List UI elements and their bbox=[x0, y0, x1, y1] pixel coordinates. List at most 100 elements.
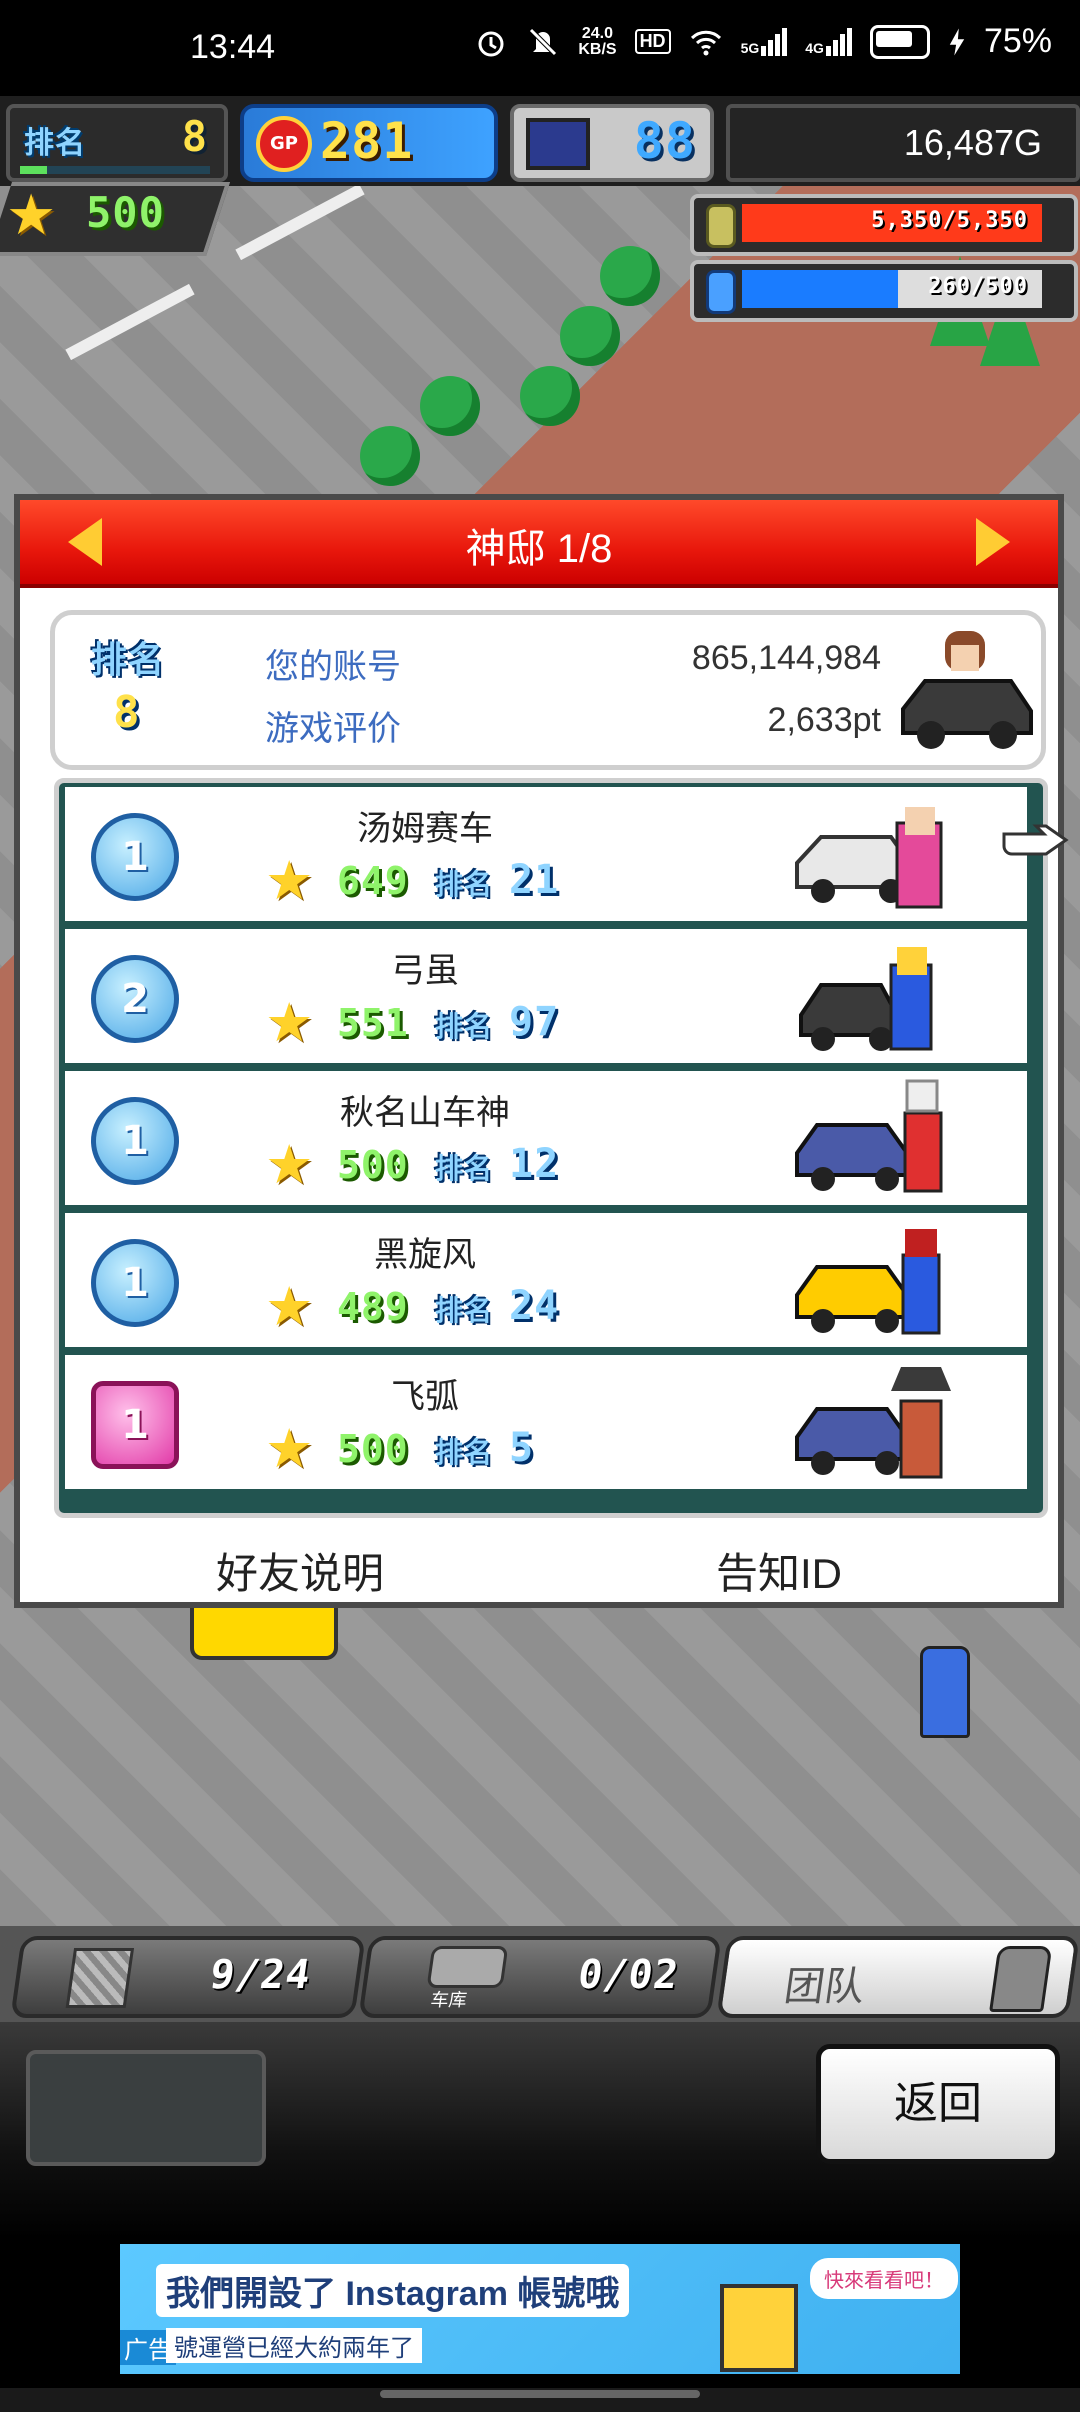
mana-resource-bar: 260/500 bbox=[690, 260, 1078, 322]
friend-rank-label: 排名 bbox=[435, 868, 494, 901]
friend-rank-label: 排名 bbox=[435, 1152, 494, 1185]
friend-name: 秋名山车神 bbox=[340, 1094, 510, 1132]
friend-score: 489 bbox=[337, 1285, 409, 1329]
battery-percent: 75% bbox=[983, 22, 1052, 60]
dialog-title: 神邸 1/8 bbox=[465, 527, 613, 571]
friend-rank: 97 bbox=[509, 999, 560, 1045]
next-page-arrow-icon[interactable] bbox=[976, 518, 1010, 566]
mana-resource-text: 260/500 bbox=[928, 274, 1028, 299]
rating-value: 2,633pt bbox=[767, 701, 881, 739]
mute-icon bbox=[529, 27, 558, 56]
friend-score: 500 bbox=[337, 1427, 409, 1471]
rank-label: 排名 bbox=[24, 126, 86, 161]
star-icon: ★ bbox=[265, 991, 314, 1054]
signal-4g-icon: 4G bbox=[805, 27, 852, 56]
friend-row[interactable]: 1 汤姆赛车 ★ 649 排名 21 bbox=[65, 787, 1027, 921]
parts-count: 9/24 bbox=[207, 1952, 314, 1998]
pointer-hand-icon bbox=[1002, 824, 1069, 856]
friend-rank-label: 排名 bbox=[435, 1294, 494, 1327]
account-rank-value: 8 bbox=[113, 687, 141, 738]
back-button[interactable]: 返回 bbox=[816, 2044, 1060, 2164]
friend-rank-badge: 1 bbox=[91, 813, 179, 901]
parts-tab[interactable]: 9/24 bbox=[10, 1936, 366, 2018]
friend-name: 飞弧 bbox=[391, 1378, 459, 1416]
friend-car-avatar bbox=[795, 807, 943, 909]
friend-rank-badge: 2 bbox=[91, 955, 179, 1043]
battery-icon bbox=[869, 24, 930, 59]
friend-car-avatar bbox=[795, 1079, 943, 1193]
friend-rank: 24 bbox=[509, 1283, 560, 1329]
friend-row[interactable]: 1 飞弧 ★ 500 排名 5 bbox=[65, 1355, 1027, 1489]
potion-icon bbox=[706, 270, 736, 314]
network-speed: 24.0 KB/S bbox=[578, 24, 617, 58]
player-car-avatar bbox=[901, 631, 1033, 749]
home-indicator[interactable] bbox=[380, 2390, 700, 2398]
friend-rank-label: 排名 bbox=[435, 1436, 494, 1469]
ad-bubble: 快來看看吧！ bbox=[810, 2258, 958, 2299]
star-icon: ★ bbox=[265, 1275, 314, 1338]
friend-name: 弓虽 bbox=[391, 952, 459, 990]
garage-car-icon bbox=[426, 1946, 509, 1988]
account-card: 排名 8 您的账号 865,144,984 游戏评价 2,633pt bbox=[50, 610, 1046, 770]
friend-help-button[interactable]: 好友说明 bbox=[216, 1540, 384, 1601]
friend-score: 551 bbox=[337, 1001, 409, 1045]
coin-stack-icon bbox=[706, 204, 736, 248]
gp-value: 281 bbox=[320, 112, 414, 170]
friend-car-avatar bbox=[795, 1229, 941, 1335]
money-value: 16,487G bbox=[903, 122, 1042, 163]
friend-row[interactable]: 2 弓虽 ★ 551 排名 97 bbox=[65, 929, 1027, 1063]
friend-score: 649 bbox=[337, 859, 409, 903]
ad-mascot-icon bbox=[720, 2284, 798, 2372]
star-icon: ★ bbox=[265, 1417, 314, 1480]
friend-rank-label: 排名 bbox=[435, 1010, 494, 1043]
status-bar: 13:44 24.0 KB/S HD 5G 4G 75% bbox=[0, 0, 1080, 96]
bottom-tab-bar: 9/24 车库 0/02 团队 bbox=[0, 1926, 1080, 2022]
star-value: 500 bbox=[86, 188, 165, 237]
charging-icon bbox=[949, 28, 965, 55]
share-id-button[interactable]: 告知ID bbox=[716, 1540, 842, 1601]
gp-counter[interactable]: GP 281 bbox=[240, 104, 498, 182]
rank-progress-bar bbox=[20, 166, 210, 174]
rank-value: 8 bbox=[181, 112, 208, 161]
computer-value: 88 bbox=[633, 112, 696, 170]
star-icon: ★ bbox=[265, 1133, 314, 1196]
ad-subline: 號運營已經大約兩年了 bbox=[166, 2328, 422, 2363]
garage-tab[interactable]: 车库 0/02 bbox=[358, 1936, 722, 2018]
friend-row[interactable]: 1 秋名山车神 ★ 500 排名 12 bbox=[65, 1071, 1027, 1205]
net-speed-value: 24.0 bbox=[581, 24, 614, 42]
parts-box-icon bbox=[65, 1948, 135, 2008]
friend-score: 500 bbox=[337, 1143, 409, 1187]
status-icons: 24.0 KB/S HD 5G 4G 75% bbox=[474, 22, 1052, 61]
friend-rank-badge: 1 bbox=[91, 1381, 179, 1469]
signal-5g-label: 5G bbox=[740, 39, 760, 56]
account-id-value: 865,144,984 bbox=[691, 639, 881, 677]
account-id-label: 您的账号 bbox=[265, 648, 401, 686]
computer-counter[interactable]: 88 bbox=[510, 104, 714, 182]
team-tab[interactable]: 团队 bbox=[716, 1936, 1080, 2018]
star-icon: ★ bbox=[265, 849, 314, 912]
friend-name: 黑旋风 bbox=[374, 1236, 476, 1274]
coin-resource-text: 5,350/5,350 bbox=[871, 208, 1028, 233]
signal-4g-label: 4G bbox=[805, 39, 824, 56]
friend-name: 汤姆赛车 bbox=[357, 810, 493, 848]
team-member-icon bbox=[989, 1946, 1053, 2012]
net-speed-unit: KB/S bbox=[578, 40, 617, 58]
friend-car-avatar bbox=[795, 1367, 951, 1479]
signal-5g-icon: 5G bbox=[740, 27, 788, 56]
friend-row[interactable]: 1 黑旋风 ★ 489 排名 24 bbox=[65, 1213, 1027, 1347]
rating-label: 游戏评价 bbox=[265, 710, 401, 748]
alarm-icon bbox=[478, 31, 504, 56]
bottom-panel: 返回 bbox=[0, 2022, 1080, 2238]
friend-rank: 5 bbox=[509, 1425, 535, 1471]
star-icon: ★ bbox=[6, 183, 57, 248]
wifi-icon bbox=[690, 30, 721, 55]
gp-coin-icon: GP bbox=[256, 116, 312, 172]
money-display: 16,487G bbox=[726, 104, 1080, 182]
computer-icon bbox=[526, 118, 590, 170]
team-label: 团队 bbox=[781, 1965, 868, 2009]
hd-icon: HD bbox=[634, 29, 671, 54]
ad-banner[interactable]: 我們開設了 Instagram 帳號哦 广告 號運營已經大約兩年了 快來看看吧！ bbox=[120, 2244, 960, 2374]
ad-headline: 我們開設了 Instagram 帳號哦 bbox=[156, 2264, 630, 2317]
garage-count: 0/02 bbox=[575, 1952, 682, 1998]
friend-rank-badge: 1 bbox=[91, 1239, 179, 1327]
